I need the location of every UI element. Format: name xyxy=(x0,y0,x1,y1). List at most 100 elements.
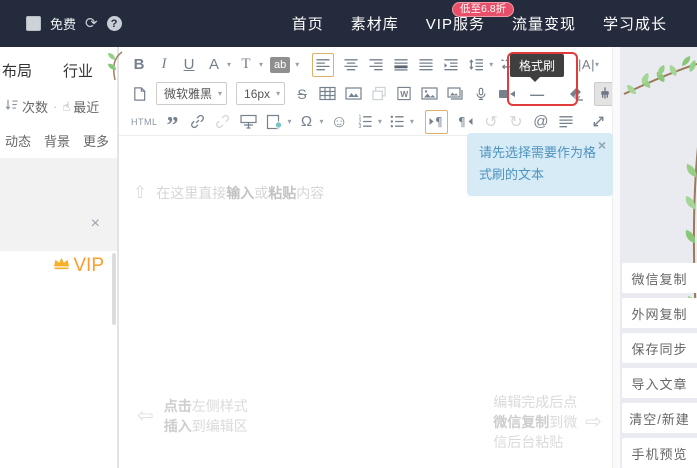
undo-button[interactable]: ↺ xyxy=(483,112,499,132)
redo-button[interactable]: ↻ xyxy=(508,112,524,132)
indent-button[interactable] xyxy=(443,55,459,75)
sort-count-label[interactable]: 次数 xyxy=(22,97,48,116)
align-left-button[interactable] xyxy=(312,53,334,77)
highlight-color-button[interactable]: ab xyxy=(270,57,290,73)
image-button[interactable] xyxy=(421,84,438,104)
emoji-button[interactable]: ☺ xyxy=(331,112,348,132)
arrow-right-icon: ⇨ xyxy=(585,412,602,432)
panel-close-icon[interactable]: × xyxy=(91,216,100,232)
sort-desc-icon[interactable] xyxy=(4,98,19,115)
tab-layout[interactable]: 布局 xyxy=(2,60,32,81)
import-article-button[interactable]: 导入文章 xyxy=(622,368,697,398)
special-char-caret-icon[interactable]: ▾ xyxy=(320,117,324,126)
font-color-button[interactable]: A xyxy=(206,55,222,75)
char-count-caret-icon[interactable]: ▾ xyxy=(595,60,599,69)
ltr-direction-button[interactable]: ¶ xyxy=(425,110,448,134)
new-document-icon[interactable] xyxy=(131,84,147,104)
italic-button[interactable]: I xyxy=(156,55,172,75)
refresh-icon[interactable]: ⟳ xyxy=(85,16,98,31)
sidebar-scrollbar[interactable] xyxy=(112,253,116,325)
underline-button[interactable]: U xyxy=(181,55,197,75)
nav-learning[interactable]: 学习成长 xyxy=(603,13,667,34)
video-button[interactable] xyxy=(498,84,516,104)
wechat-copy-button[interactable]: 微信复制 xyxy=(622,263,697,293)
font-family-caret-icon: ▾ xyxy=(218,89,222,98)
nav-material-library[interactable]: 素材库 xyxy=(351,13,399,34)
hint-left-text: 点击左侧样式插入到编辑区 xyxy=(164,396,248,436)
font-family-select[interactable]: 微软雅黑 ▾ xyxy=(156,82,227,105)
image-gallery-button[interactable] xyxy=(447,84,464,104)
table-button[interactable] xyxy=(319,84,336,104)
sidebar-filter-links: 动态 背景 更多 xyxy=(0,116,117,150)
paragraph-format-button[interactable] xyxy=(558,112,574,132)
align-center-button[interactable] xyxy=(343,55,359,75)
link-more[interactable]: 更多 xyxy=(83,131,109,150)
special-char-button[interactable]: Ω xyxy=(299,112,315,132)
font-family-value: 微软雅黑 xyxy=(164,85,212,102)
font-color-caret-icon[interactable]: ▾ xyxy=(227,60,231,69)
line-height-button[interactable] xyxy=(468,55,484,75)
toolbar-row-3: HTML ” ▾ Ω ▾ ☺ 123 ▾ ▾ ¶ ¶ ↺ ↻ @ xyxy=(131,108,606,135)
divider-caret-icon[interactable]: ▾ xyxy=(288,117,292,126)
text-transform-button[interactable]: T xyxy=(238,55,254,75)
arrow-left-icon: ⇦ xyxy=(137,406,154,426)
link-dynamic[interactable]: 动态 xyxy=(5,131,31,150)
fullscreen-button[interactable] xyxy=(590,112,606,132)
vip-section-label[interactable]: VIP xyxy=(52,255,104,277)
copy-content-icon[interactable] xyxy=(371,84,387,104)
line-height-caret-icon[interactable]: ▾ xyxy=(489,60,493,69)
audio-record-button[interactable] xyxy=(473,84,489,104)
word-import-button[interactable]: W xyxy=(396,84,412,104)
divider-style-button[interactable] xyxy=(266,112,283,132)
format-painter-tooltip: 格式刷 xyxy=(510,54,564,77)
sort-recent-label[interactable]: 最近 xyxy=(73,97,99,116)
crown-icon xyxy=(52,255,71,277)
free-label: 免费 xyxy=(50,14,76,33)
format-painter-notice: × 请先选择需要作为格式刷的文本 xyxy=(467,133,613,196)
unordered-list-caret-icon[interactable]: ▾ xyxy=(410,117,414,126)
bold-button[interactable]: B xyxy=(131,55,147,75)
action-buttons: 微信复制 外网复制 保存同步 导入文章 清空/新建 手机预览 xyxy=(622,263,697,468)
unlink-button[interactable] xyxy=(215,112,231,132)
editor-scrollbar[interactable] xyxy=(612,47,620,468)
recent-hand-icon: ☝ xyxy=(62,99,70,115)
nav-home[interactable]: 首页 xyxy=(292,13,324,34)
unordered-list-button[interactable] xyxy=(389,112,405,132)
external-copy-button[interactable]: 外网复制 xyxy=(622,298,697,328)
mobile-preview-button[interactable]: 手机预览 xyxy=(622,438,697,468)
text-over-image-button[interactable] xyxy=(240,112,257,132)
slideshow-button[interactable] xyxy=(345,84,362,104)
align-right-button[interactable] xyxy=(368,55,384,75)
notice-close-icon[interactable]: × xyxy=(598,138,606,152)
toolbar-row-2: 微软雅黑 ▾ 16px▾ S W — ▾ xyxy=(131,79,606,108)
free-checkbox[interactable] xyxy=(26,16,41,31)
find-replace-button[interactable]: @ xyxy=(533,112,549,132)
help-icon[interactable]: ? xyxy=(107,16,122,31)
char-count-button[interactable]: |A| xyxy=(578,55,595,75)
save-sync-button[interactable]: 保存同步 xyxy=(622,333,697,363)
blockquote-button[interactable]: ” xyxy=(165,107,181,136)
format-clear-button[interactable] xyxy=(568,84,585,104)
hint-right-text: 编辑完成后点微信复制到微信后台粘贴 xyxy=(493,392,577,452)
html-source-button[interactable]: HTML xyxy=(131,112,158,132)
tab-industry[interactable]: 行业 xyxy=(63,60,93,81)
ordered-list-caret-icon[interactable]: ▾ xyxy=(378,117,382,126)
horizontal-rule-button[interactable]: — xyxy=(529,84,545,104)
sidebar-tabs: 布局 行业 xyxy=(0,47,117,81)
ordered-list-button[interactable]: 123 xyxy=(357,112,373,132)
svg-text:¶: ¶ xyxy=(435,115,443,129)
rtl-direction-button[interactable]: ¶ xyxy=(457,112,474,132)
clear-new-button[interactable]: 清空/新建 xyxy=(622,403,697,433)
highlight-caret-icon[interactable]: ▾ xyxy=(295,60,299,69)
align-justify-button[interactable] xyxy=(418,55,434,75)
text-transform-caret-icon[interactable]: ▾ xyxy=(259,60,263,69)
svg-text:W: W xyxy=(400,89,408,99)
strikethrough-button[interactable]: S xyxy=(294,84,310,104)
nav-traffic-monetize[interactable]: 流量变现 xyxy=(512,13,576,34)
font-size-select[interactable]: 16px▾ xyxy=(236,82,285,105)
link-background[interactable]: 背景 xyxy=(44,131,70,150)
svg-text:3: 3 xyxy=(358,124,361,129)
align-both-button[interactable] xyxy=(393,55,409,75)
link-button[interactable] xyxy=(190,112,206,132)
collapsed-preview-panel: × xyxy=(0,158,117,251)
